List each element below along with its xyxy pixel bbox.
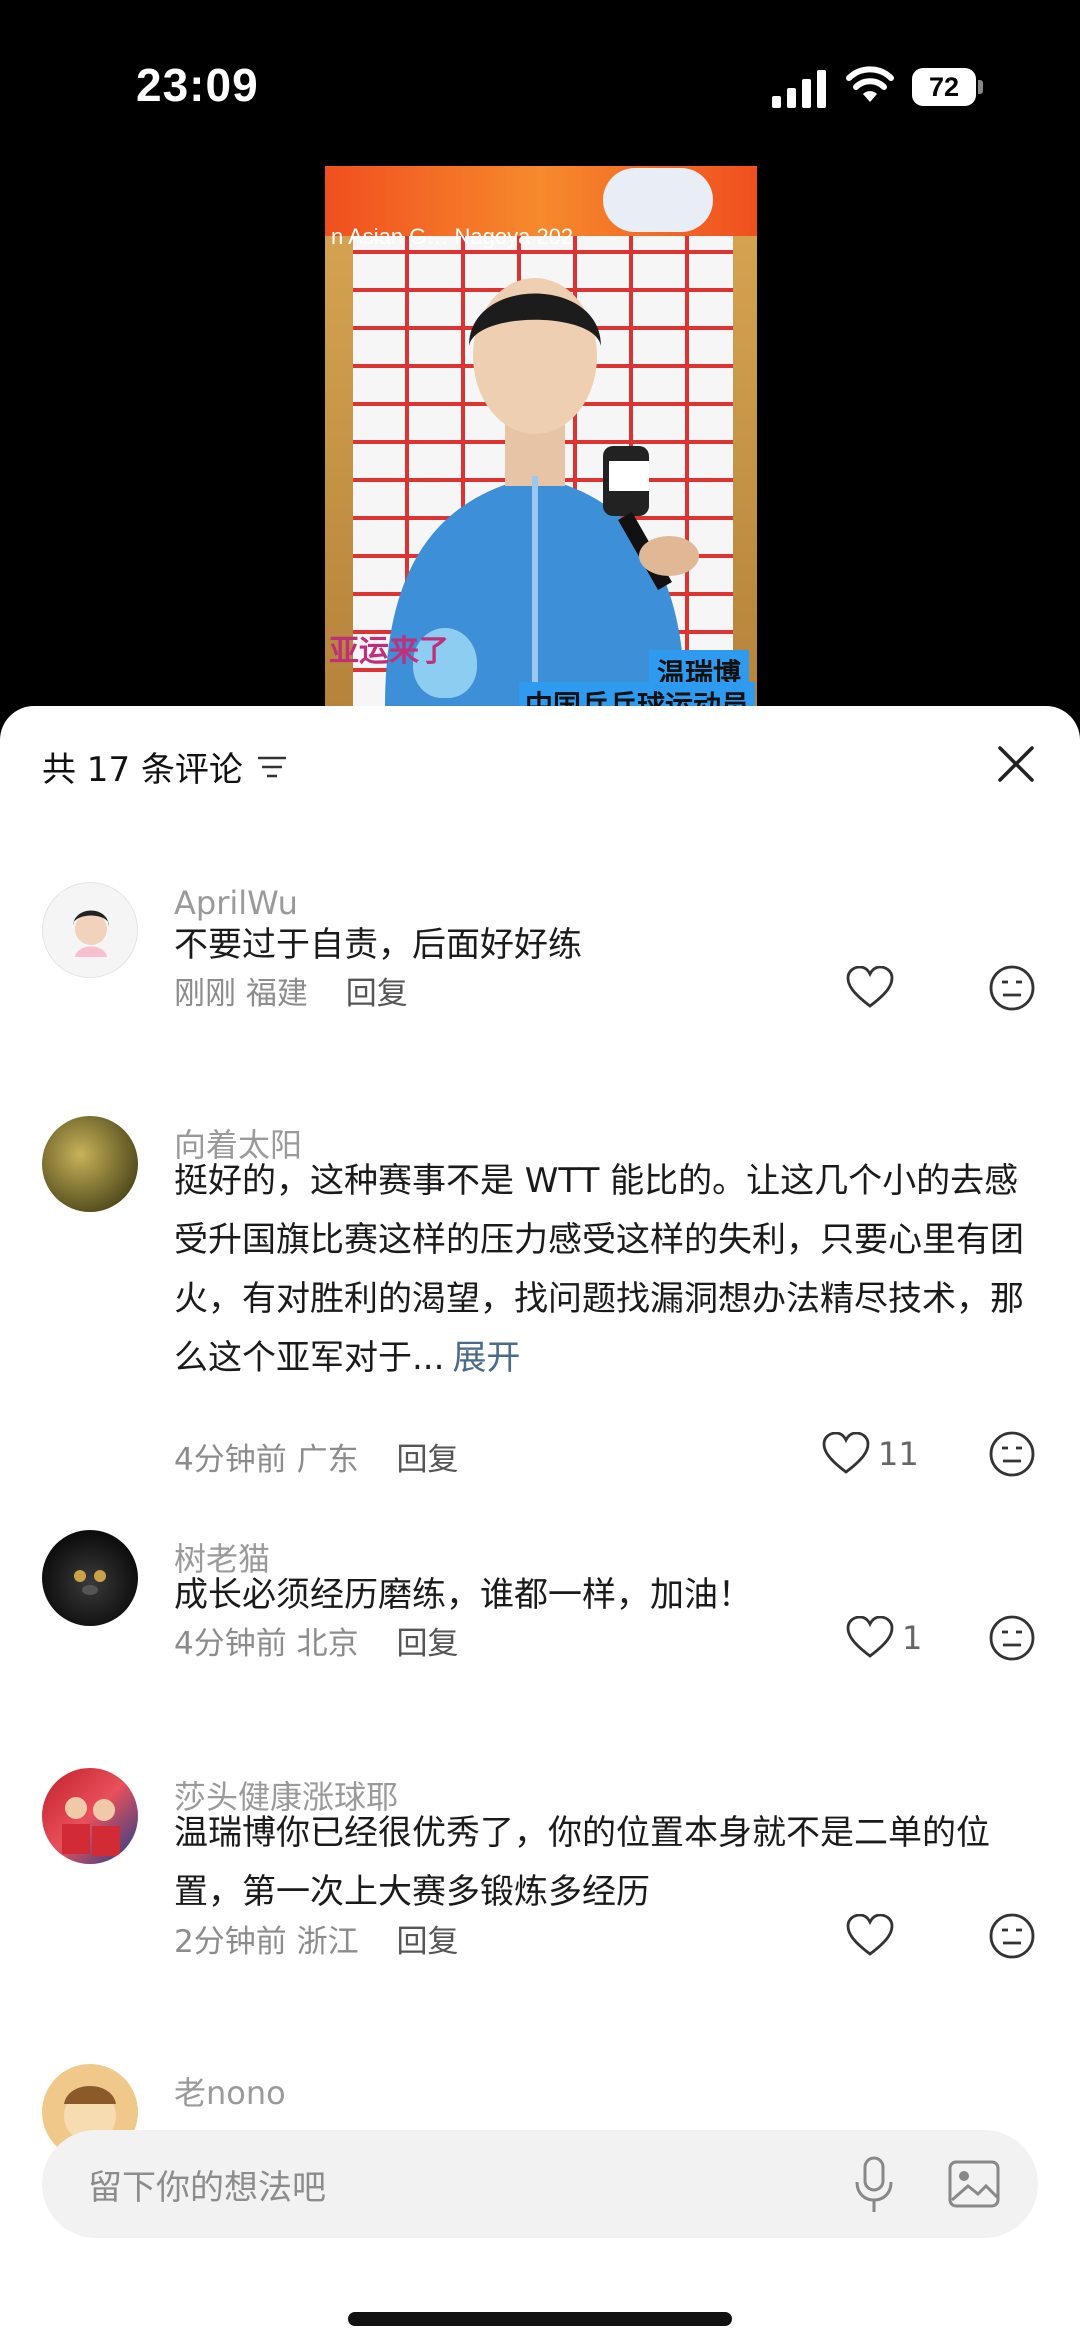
comment-username[interactable]: 老nono [174,2068,286,2114]
comment-time: 4分钟前 [174,1626,287,1662]
comment-time: 4分钟前 [174,1442,287,1478]
comment-item: 莎头健康涨球耶 温瑞博你已经很优秀了，你的位置本身就不是二单的位置，第一次上大赛… [0,1760,1080,1960]
dislike-face-icon[interactable] [988,1430,1036,1478]
reply-button[interactable]: 回复 [346,976,408,1012]
caption-role: 中国乒乓球运动员 [518,682,755,706]
heart-icon [846,966,894,1008]
close-icon[interactable] [994,742,1038,786]
comment-meta: 2分钟前 浙江 回复 [174,1916,458,1961]
comment-text: 不要过于自责，后面好好练 [174,925,582,965]
sort-filter-icon[interactable] [256,752,288,782]
comment-meta: 4分钟前 广东 回复 [174,1434,458,1479]
avatar[interactable] [42,1768,138,1864]
comment-text: 温瑞博你已经很优秀了，你的位置本身就不是二单的位置，第一次上大赛多锻炼多经历 [174,1813,990,1912]
heart-icon [822,1432,870,1474]
comment-location: 浙江 [296,1924,359,1960]
comment-item: 老nono [0,2056,1080,2160]
dislike-face-icon[interactable] [988,964,1036,1012]
like-button[interactable]: 1 [846,1616,922,1660]
comments-sheet: 共 17 条评论 AprilWu 不要过于自责，后面好好练 刚刚 福建 回复 向… [0,706,1080,2348]
comment-input-placeholder: 留下你的想法吧 [88,2168,326,2208]
cloud-mascot-icon [603,168,713,232]
dislike-face-icon[interactable] [988,1614,1036,1662]
video-banner-text: n Asian G… Nagoya 202 [331,224,574,249]
comment-time: 刚刚 [174,976,236,1012]
like-button[interactable] [846,966,894,1010]
image-icon[interactable] [948,2160,1000,2208]
comment-item: 树老猫 成长必须经历磨练，谁都一样，加油！ 4分钟前 北京 回复 1 [0,1522,1080,1662]
avatar[interactable] [42,882,138,978]
home-indicator[interactable] [348,2312,732,2326]
comment-meta: 刚刚 福建 回复 [174,968,408,1013]
comment-text: 挺好的，这种赛事不是 WTT 能比的。让这几个小的去感受升国旗比赛这样的压力感受… [174,1161,1024,1378]
comment-time: 2分钟前 [174,1924,287,1960]
microphone-icon[interactable] [852,2156,896,2214]
heart-icon [846,1616,894,1658]
expand-link[interactable]: 展开 [452,1338,520,1378]
comment-location: 广东 [296,1442,359,1478]
comment-item: 向着太阳 挺好的，这种赛事不是 WTT 能比的。让这几个小的去感受升国旗比赛这样… [0,1108,1080,1478]
comment-input[interactable]: 留下你的想法吧 [42,2130,1038,2238]
like-count: 11 [878,1435,919,1473]
like-button[interactable] [846,1914,894,1958]
status-time: 23:09 [136,59,259,111]
comment-item: AprilWu 不要过于自责，后面好好练 刚刚 福建 回复 [0,872,1080,1012]
dislike-face-icon[interactable] [988,1912,1036,1960]
wifi-icon [846,66,894,102]
avatar[interactable] [42,1530,138,1626]
reply-button[interactable]: 回复 [396,1442,458,1478]
comment-meta: 4分钟前 北京 回复 [174,1618,458,1663]
battery-level: 72 [912,68,976,106]
status-bar: 23:09 72 [0,0,1080,150]
like-button[interactable]: 11 [822,1432,919,1476]
asian-games-logo: 亚运来了 [329,634,449,669]
signal-icon [772,70,826,108]
video-player[interactable]: n Asian G… Nagoya 202 亚运来了 温瑞博 中国乒乓球运动员 [325,166,757,706]
battery-indicator: 72 [912,68,984,106]
avatar[interactable] [42,1116,138,1212]
like-count: 1 [902,1619,923,1657]
heart-icon [846,1914,894,1956]
comments-header: 共 17 条评论 [0,706,1080,826]
reply-button[interactable]: 回复 [396,1626,458,1662]
comment-location: 北京 [296,1626,359,1662]
reply-button[interactable]: 回复 [396,1924,458,1960]
comment-count: 共 17 条评论 [42,750,243,790]
comment-location: 福建 [245,976,308,1012]
